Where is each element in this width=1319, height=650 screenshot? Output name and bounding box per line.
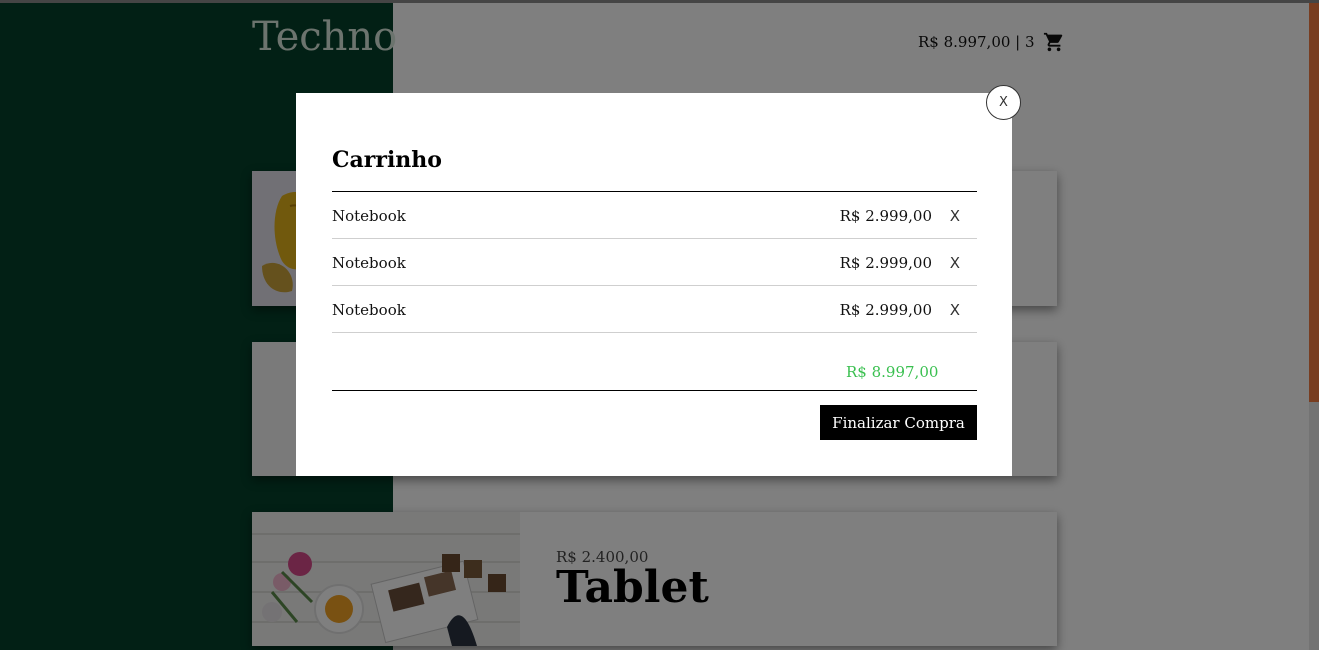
remove-item-button[interactable]: X xyxy=(950,301,960,319)
remove-item-button[interactable]: X xyxy=(950,254,960,272)
remove-item-button[interactable]: X xyxy=(950,207,960,225)
cart-item: Notebook R$ 2.999,00 X xyxy=(332,286,977,333)
cart-item-price: R$ 2.999,00 xyxy=(839,207,932,225)
cart-item-name: Notebook xyxy=(332,301,406,319)
close-modal-button[interactable]: X xyxy=(986,85,1021,120)
modal-title: Carrinho xyxy=(332,147,442,173)
cart-item-list: Notebook R$ 2.999,00 X Notebook R$ 2.999… xyxy=(332,192,977,333)
cart-item: Notebook R$ 2.999,00 X xyxy=(332,192,977,239)
cart-item-name: Notebook xyxy=(332,207,406,225)
cart-item-price: R$ 2.999,00 xyxy=(839,301,932,319)
cart-modal: Carrinho Notebook R$ 2.999,00 X Notebook… xyxy=(296,93,1012,476)
cart-item-price: R$ 2.999,00 xyxy=(839,254,932,272)
checkout-button[interactable]: Finalizar Compra xyxy=(820,405,977,440)
cart-item-name: Notebook xyxy=(332,254,406,272)
cart-item: Notebook R$ 2.999,00 X xyxy=(332,239,977,286)
cart-total: R$ 8.997,00 xyxy=(846,363,939,381)
divider xyxy=(332,390,977,391)
